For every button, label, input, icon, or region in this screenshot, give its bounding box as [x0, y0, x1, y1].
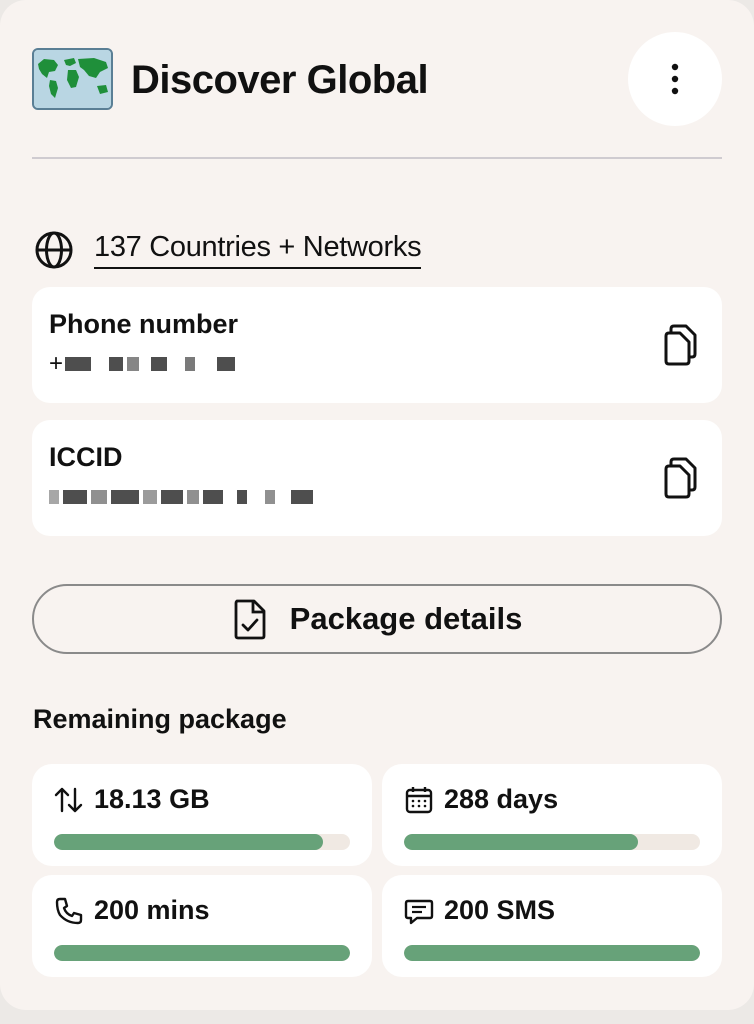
phone-number-value-masked: + — [49, 350, 239, 377]
countries-networks-link[interactable]: 137 Countries + Networks — [94, 231, 422, 269]
iccid-box: ICCID — [32, 420, 722, 536]
remaining-days-tile: 288 days — [382, 764, 722, 866]
iccid-label: ICCID — [49, 442, 123, 472]
copy-icon — [664, 324, 697, 366]
more-vertical-icon — [671, 63, 679, 95]
package-details-button[interactable]: Package details — [32, 584, 722, 654]
calendar-icon — [405, 786, 433, 813]
copy-iccid-button[interactable] — [662, 456, 702, 500]
remaining-mins-tile: 200 mins — [32, 875, 372, 977]
remaining-data-bar — [54, 834, 350, 850]
data-transfer-icon — [54, 787, 83, 812]
remaining-sms-value: 200 SMS — [444, 895, 556, 925]
remaining-data-bar-fill — [54, 834, 324, 850]
remaining-sms-bar-fill — [404, 945, 700, 961]
phone-number-box: Phone number + — [32, 287, 722, 403]
app-title: Discover Global — [131, 58, 429, 102]
divider — [32, 157, 722, 159]
phone-prefix: + — [49, 350, 64, 377]
package-details-label: Package details — [289, 601, 523, 636]
remaining-mins-value: 200 mins — [94, 895, 210, 925]
copy-phone-button[interactable] — [662, 323, 702, 367]
remaining-package-title: Remaining package — [33, 704, 287, 734]
iccid-value-masked — [49, 486, 317, 508]
remaining-days-bar — [404, 834, 700, 850]
header: Discover Global — [32, 32, 722, 126]
phone-icon — [55, 897, 83, 924]
remaining-mins-bar-fill — [54, 945, 350, 961]
remaining-mins-bar — [54, 945, 350, 961]
world-map-flag-icon — [32, 48, 113, 110]
esim-card: Discover Global 137 Countries + Networks… — [0, 0, 754, 1010]
phone-number-label: Phone number — [49, 309, 239, 339]
copy-icon — [664, 457, 697, 499]
coverage-row: 137 Countries + Networks — [34, 228, 422, 272]
remaining-sms-bar — [404, 945, 700, 961]
remaining-days-bar-fill — [404, 834, 638, 850]
message-icon — [404, 899, 434, 924]
remaining-data-value: 18.13 GB — [94, 784, 210, 814]
remaining-days-value: 288 days — [444, 784, 559, 814]
remaining-sms-tile: 200 SMS — [382, 875, 722, 977]
remaining-data-tile: 18.13 GB — [32, 764, 372, 866]
document-check-icon — [234, 599, 266, 640]
more-options-button[interactable] — [628, 32, 722, 126]
globe-icon — [35, 231, 73, 269]
